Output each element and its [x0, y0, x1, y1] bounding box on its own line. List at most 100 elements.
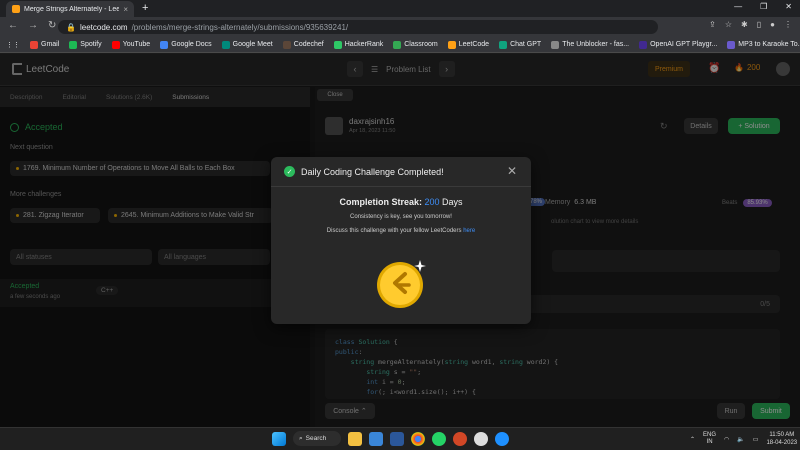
- new-tab-button[interactable]: +: [142, 2, 148, 14]
- file-explorer-icon[interactable]: [348, 431, 362, 446]
- bookmark-label: The Unblocker - fas...: [562, 41, 630, 48]
- bookmark-label: Gmail: [41, 41, 60, 48]
- clock-time: 11:50 AM: [769, 432, 795, 438]
- completion-streak: Completion Streak: 200 Days: [271, 197, 531, 207]
- bookmark-label: Google Meet: [232, 41, 273, 48]
- apps-grid-icon[interactable]: ⋮⋮: [6, 41, 20, 49]
- bookmark-label: LeetCode: [458, 41, 490, 48]
- close-window-icon[interactable]: ✕: [785, 2, 792, 11]
- daily-challenge-modal: ✓ Daily Coding Challenge Completed! ✕ Co…: [271, 157, 531, 324]
- language-indicator[interactable]: ENG IN: [703, 432, 716, 446]
- discuss-message: Discuss this challenge with your fellow …: [271, 228, 531, 234]
- bookmark-label: OpenAI GPT Playgr...: [650, 41, 718, 48]
- back-icon[interactable]: ←: [8, 20, 18, 31]
- bookmark-item[interactable]: Classroom: [393, 40, 438, 49]
- bookmark-favicon-icon: [499, 40, 508, 49]
- vscode-icon[interactable]: [495, 431, 509, 446]
- url-path: /problems/merge-strings-alternately/subm…: [131, 22, 349, 32]
- word-icon[interactable]: [390, 431, 404, 446]
- bookmark-favicon-icon: [221, 40, 230, 49]
- volume-icon[interactable]: 🔈: [737, 436, 744, 443]
- streak-number: 200: [424, 197, 440, 207]
- search-label: Search: [305, 435, 327, 442]
- url-bar[interactable]: 🔒 leetcode.com/problems/merge-strings-al…: [58, 20, 658, 34]
- chrome-icon[interactable]: [411, 431, 425, 446]
- lang-code: ENG: [703, 432, 717, 438]
- check-circle-icon: ✓: [284, 166, 295, 177]
- menu-icon[interactable]: ⋮: [784, 20, 792, 29]
- bookmark-label: Spotify: [80, 41, 102, 48]
- bookmark-item[interactable]: Google Meet: [221, 40, 273, 49]
- start-icon[interactable]: [272, 431, 286, 446]
- clock[interactable]: 11:50 AM 18-04-2023: [766, 431, 797, 447]
- search-icon: ⌕: [299, 434, 303, 442]
- tab-close-icon[interactable]: ×: [123, 5, 128, 14]
- bookmark-favicon-icon: [393, 40, 402, 49]
- bookmark-item[interactable]: OpenAI GPT Playgr...: [639, 40, 718, 49]
- chevron-up-icon[interactable]: ⌃: [690, 436, 695, 443]
- bookmark-item[interactable]: Gmail: [30, 40, 60, 49]
- bookmark-item[interactable]: Chat GPT: [499, 40, 542, 49]
- discuss-link[interactable]: here: [463, 228, 475, 234]
- bookmark-label: MP3 to Karaoke To...: [738, 41, 800, 48]
- bookmark-favicon-icon: [727, 40, 736, 49]
- bookmarks-bar: ⋮⋮ Gmail Spotify YouTube Google Docs Google M…: [0, 37, 800, 53]
- powerpoint-icon[interactable]: [453, 431, 467, 446]
- bookmark-label: Chat GPT: [510, 41, 542, 48]
- taskbar-search[interactable]: ⌕ Search: [293, 431, 341, 446]
- modal-header: ✓ Daily Coding Challenge Completed!: [271, 157, 531, 187]
- bookmark-item[interactable]: HackerRank: [333, 40, 383, 49]
- system-tray: ⌃ ENG IN ◠ 🔈 ▭ 11:50 AM 18-04-2023: [690, 431, 797, 447]
- address-bar-row: ← → ↻ 🔒 leetcode.com/problems/merge-stri…: [0, 17, 800, 37]
- discuss-text: Discuss this challenge with your fellow …: [326, 228, 462, 234]
- leetcode-coin-icon: [375, 257, 427, 309]
- taskbar-apps: ⌕ Search: [272, 431, 509, 446]
- bookmark-favicon-icon: [551, 40, 560, 49]
- bookmark-item[interactable]: The Unblocker - fas...: [551, 40, 630, 49]
- bookmark-item[interactable]: Codechef: [282, 40, 324, 49]
- bookmark-item[interactable]: LeetCode: [447, 40, 490, 49]
- bookmark-favicon-icon: [160, 40, 169, 49]
- whatsapp-icon[interactable]: [432, 431, 446, 446]
- streak-unit: Days: [442, 197, 463, 207]
- bookmark-item[interactable]: Google Docs: [160, 40, 212, 49]
- streak-label: Completion Streak:: [339, 197, 422, 207]
- maximize-icon[interactable]: ❐: [760, 2, 767, 11]
- bookmark-favicon-icon: [69, 40, 78, 49]
- bookmark-favicon-icon: [333, 40, 342, 49]
- forward-icon[interactable]: →: [28, 20, 38, 31]
- lock-icon: 🔒: [66, 22, 76, 32]
- bookmark-label: Google Docs: [171, 41, 212, 48]
- modal-title: Daily Coding Challenge Completed!: [301, 166, 444, 177]
- bookmark-favicon-icon: [111, 40, 120, 49]
- bookmark-favicon-icon: [282, 40, 291, 49]
- consistency-message: Consistency is key, see you tomorrow!: [350, 214, 452, 220]
- close-icon[interactable]: ✕: [507, 164, 517, 178]
- reload-icon[interactable]: ↻: [48, 20, 56, 31]
- browser-tab-bar: Merge Strings Alternately - Lee × + — ❐ …: [0, 0, 800, 17]
- sidebar-icon[interactable]: ▯: [757, 20, 761, 29]
- bookmark-favicon-icon: [447, 40, 456, 49]
- profile-icon[interactable]: ●: [770, 20, 775, 29]
- url-domain: leetcode.com: [79, 22, 128, 32]
- leetcode-favicon-icon: [12, 5, 20, 13]
- extensions-icon[interactable]: ✱: [741, 20, 748, 29]
- bookmark-item[interactable]: MP3 to Karaoke To...: [727, 40, 800, 49]
- star-icon[interactable]: ☆: [725, 20, 732, 29]
- share-icon[interactable]: ⇪: [709, 20, 716, 29]
- browser-tab[interactable]: Merge Strings Alternately - Lee ×: [6, 1, 134, 17]
- windows-taskbar: ⌕ Search ⌃ ENG IN ◠ 🔈 ▭ 11:50 AM 18-04-2…: [0, 427, 800, 450]
- battery-icon[interactable]: ▭: [753, 436, 759, 443]
- bookmark-favicon-icon: [30, 40, 38, 49]
- wifi-icon[interactable]: ◠: [724, 436, 729, 443]
- toolbar-icons: ⇪ ☆ ✱ ▯ ● ⋮: [709, 20, 792, 29]
- chat-icon[interactable]: [474, 431, 488, 446]
- bookmark-label: Classroom: [404, 41, 438, 48]
- bookmark-item[interactable]: YouTube: [111, 40, 150, 49]
- bookmark-item[interactable]: Spotify: [69, 40, 102, 49]
- clock-date: 18-04-2023: [766, 440, 798, 446]
- store-icon[interactable]: [369, 431, 383, 446]
- bookmark-label: Codechef: [293, 41, 324, 48]
- bookmark-favicon-icon: [639, 40, 648, 49]
- minimize-icon[interactable]: —: [734, 2, 742, 11]
